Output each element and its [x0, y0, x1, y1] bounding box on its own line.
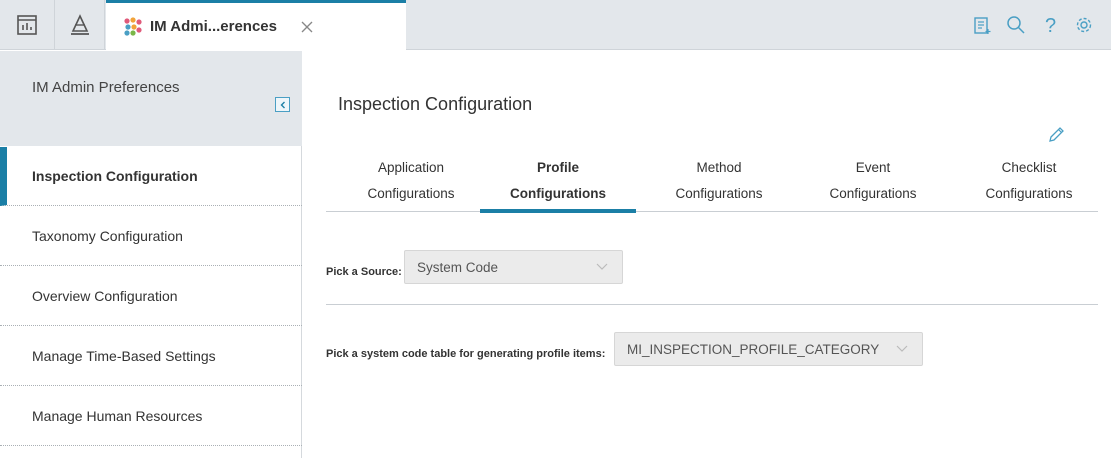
settings-button[interactable]	[1067, 0, 1101, 50]
help-button[interactable]: ?	[1033, 0, 1067, 50]
collapse-sidebar-button[interactable]	[275, 97, 290, 112]
tab-label-line1: Checklist	[1001, 160, 1057, 175]
tab-profile-configurations[interactable]: Profile Configurations	[480, 155, 636, 213]
chevron-down-icon	[896, 345, 908, 352]
tab-label-line2: Configurations	[675, 186, 763, 201]
system-code-table-select[interactable]: MI_INSPECTION_PROFILE_CATEGORY	[614, 332, 923, 366]
tab-application-configurations[interactable]: Application Configurations	[336, 155, 486, 212]
chevron-down-icon	[596, 263, 608, 270]
sidebar: IM Admin Preferences Inspection Configur…	[0, 51, 302, 458]
sidebar-item-label: Manage Time-Based Settings	[32, 348, 216, 364]
sidebar-item-manage-time-based-settings[interactable]: Manage Time-Based Settings	[0, 327, 302, 386]
tab-label-line1: Event	[855, 160, 891, 175]
sidebar-item-taxonomy-configuration[interactable]: Taxonomy Configuration	[0, 207, 302, 266]
sidebar-item-overview-configuration[interactable]: Overview Configuration	[0, 267, 302, 326]
search-button[interactable]	[999, 0, 1033, 50]
top-bar: IM Admi...erences ?	[0, 0, 1111, 50]
configuration-tabs: Application Configurations Profile Confi…	[326, 155, 1098, 213]
main-content: Inspection Configuration Application Con…	[303, 51, 1111, 458]
tab-label-line1: Method	[696, 160, 742, 175]
tab-label-line1: Application	[377, 160, 445, 175]
sidebar-item-manage-human-resources[interactable]: Manage Human Resources	[0, 387, 302, 446]
asset-hierarchy-button[interactable]	[55, 0, 105, 50]
sidebar-item-label: Overview Configuration	[32, 288, 178, 304]
sidebar-item-label: Inspection Configuration	[32, 168, 198, 184]
sidebar-item-inspection-configuration[interactable]: Inspection Configuration	[0, 147, 302, 206]
source-select-value: System Code	[417, 259, 499, 275]
section-divider	[326, 304, 1098, 305]
source-label: Pick a Source:	[326, 266, 402, 278]
gear-icon	[1076, 17, 1092, 33]
sidebar-item-label: Manage Human Resources	[32, 408, 203, 424]
tab-title: IM Admi...erences	[150, 18, 277, 35]
pencil-icon[interactable]	[1047, 126, 1065, 144]
source-select[interactable]: System Code	[404, 250, 623, 284]
admin-module-icon	[124, 16, 142, 36]
tab-label-line1: Profile	[536, 160, 579, 175]
close-icon[interactable]	[299, 19, 315, 35]
tab-label-line2: Configurations	[829, 186, 917, 201]
tab-checklist-configurations[interactable]: Checklist Configurations	[954, 155, 1104, 212]
active-tab-indicator	[480, 209, 636, 213]
help-icon: ?	[1045, 15, 1056, 36]
sidebar-title: IM Admin Preferences	[32, 79, 180, 96]
tab-im-admin-preferences[interactable]: IM Admi...erences	[106, 0, 406, 50]
tab-label-line2: Configurations	[985, 186, 1073, 201]
toolbar-icons: ?	[965, 0, 1101, 50]
system-code-table-label: Pick a system code table for generating …	[326, 348, 606, 360]
tab-method-configurations[interactable]: Method Configurations	[644, 155, 794, 212]
dashboard-button[interactable]	[0, 0, 55, 50]
clipboard-icon	[974, 17, 991, 34]
search-icon	[1007, 16, 1025, 34]
tab-label-line2: Configurations	[510, 186, 606, 201]
asset-hierarchy-icon	[70, 14, 89, 35]
svg-text:?: ?	[1045, 15, 1056, 36]
clipboard-button[interactable]	[965, 0, 999, 50]
tab-label-line2: Configurations	[367, 186, 455, 201]
page-title: Inspection Configuration	[338, 94, 533, 114]
chevron-left-icon	[280, 101, 285, 108]
tab-event-configurations[interactable]: Event Configurations	[798, 155, 948, 212]
sidebar-header: IM Admin Preferences	[0, 51, 302, 146]
system-code-table-value: MI_INSPECTION_PROFILE_CATEGORY	[627, 341, 880, 357]
dashboard-icon	[17, 15, 37, 35]
sidebar-item-label: Taxonomy Configuration	[32, 228, 183, 244]
